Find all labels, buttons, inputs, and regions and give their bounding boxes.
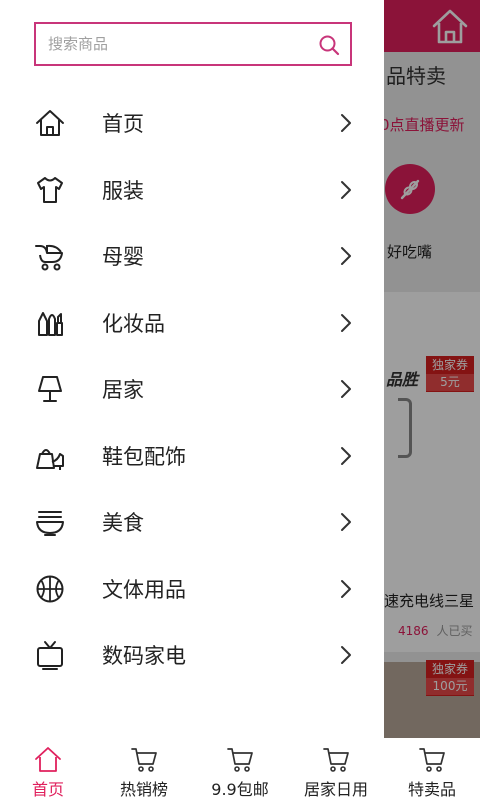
menu-item-label: 鞋包配饰 — [102, 444, 186, 469]
tab-label: 热销榜 — [119, 780, 168, 799]
chevron-right-icon — [341, 180, 351, 199]
chevron-right-icon — [341, 313, 351, 332]
tab-label: 居家日用 — [303, 780, 368, 799]
cosmetics-icon — [38, 311, 63, 336]
cart-icon — [131, 748, 157, 772]
bottom-tab-bar: 首页 热销榜 9.9包邮 居家日用 特卖品 — [0, 738, 480, 800]
menu-item-mother-baby[interactable]: 母婴 — [0, 223, 384, 290]
category-menu: 首页 服装 母婴 化妆品 居家 鞋包配饰 美食 文体用品 数码家电 — [0, 90, 384, 689]
menu-item-label: 服装 — [102, 178, 144, 203]
home-icon — [35, 747, 61, 772]
tab-home[interactable]: 首页 — [0, 738, 96, 800]
search-input[interactable] — [48, 32, 308, 56]
menu-item-cosmetics[interactable]: 化妆品 — [0, 290, 384, 357]
chevron-right-icon — [341, 579, 351, 598]
search-icon[interactable] — [318, 34, 340, 56]
bag-shoe-icon — [36, 448, 64, 470]
chevron-right-icon — [341, 513, 351, 532]
tab-label: 首页 — [31, 780, 64, 799]
menu-item-home-living[interactable]: 居家 — [0, 356, 384, 423]
chevron-right-icon — [341, 446, 351, 465]
menu-item-label: 美食 — [102, 511, 144, 536]
cart-icon — [419, 748, 445, 772]
menu-item-label: 文体用品 — [102, 577, 186, 602]
menu-item-label: 首页 — [102, 112, 144, 137]
tab-label: 9.9包邮 — [211, 780, 269, 799]
menu-item-label: 化妆品 — [102, 311, 165, 336]
menu-item-digital-appliances[interactable]: 数码家电 — [0, 622, 384, 689]
tab-home-goods[interactable]: 居家日用 — [288, 738, 384, 800]
menu-item-label: 母婴 — [102, 245, 144, 270]
chevron-right-icon — [341, 114, 351, 133]
home-icon — [36, 110, 64, 137]
menu-item-shoes-bags[interactable]: 鞋包配饰 — [0, 423, 384, 490]
tv-icon — [37, 641, 63, 671]
tab-label: 特卖品 — [407, 780, 456, 799]
tab-hot-list[interactable]: 热销榜 — [96, 738, 192, 800]
navigation-drawer: 首页 服装 母婴 — [0, 0, 384, 738]
menu-item-clothing[interactable]: 服装 — [0, 157, 384, 224]
tab-free-shipping[interactable]: 9.9包邮 — [192, 738, 288, 800]
chevron-right-icon — [341, 646, 351, 665]
menu-item-label: 居家 — [102, 378, 144, 403]
stroller-icon — [35, 245, 63, 271]
cart-icon — [323, 748, 349, 772]
tshirt-icon — [37, 176, 63, 203]
noodle-bowl-icon — [36, 511, 64, 537]
lamp-icon — [38, 376, 62, 403]
search-box[interactable] — [34, 22, 352, 66]
chevron-right-icon — [341, 380, 351, 399]
menu-item-food[interactable]: 美食 — [0, 489, 384, 556]
ball-icon — [36, 575, 64, 603]
cart-icon — [227, 748, 253, 772]
menu-item-sports-stationery[interactable]: 文体用品 — [0, 556, 384, 623]
chevron-right-icon — [341, 247, 351, 266]
menu-item-label: 数码家电 — [102, 644, 186, 669]
menu-item-home[interactable]: 首页 — [0, 90, 384, 157]
tab-special-sale[interactable]: 特卖品 — [384, 738, 480, 800]
